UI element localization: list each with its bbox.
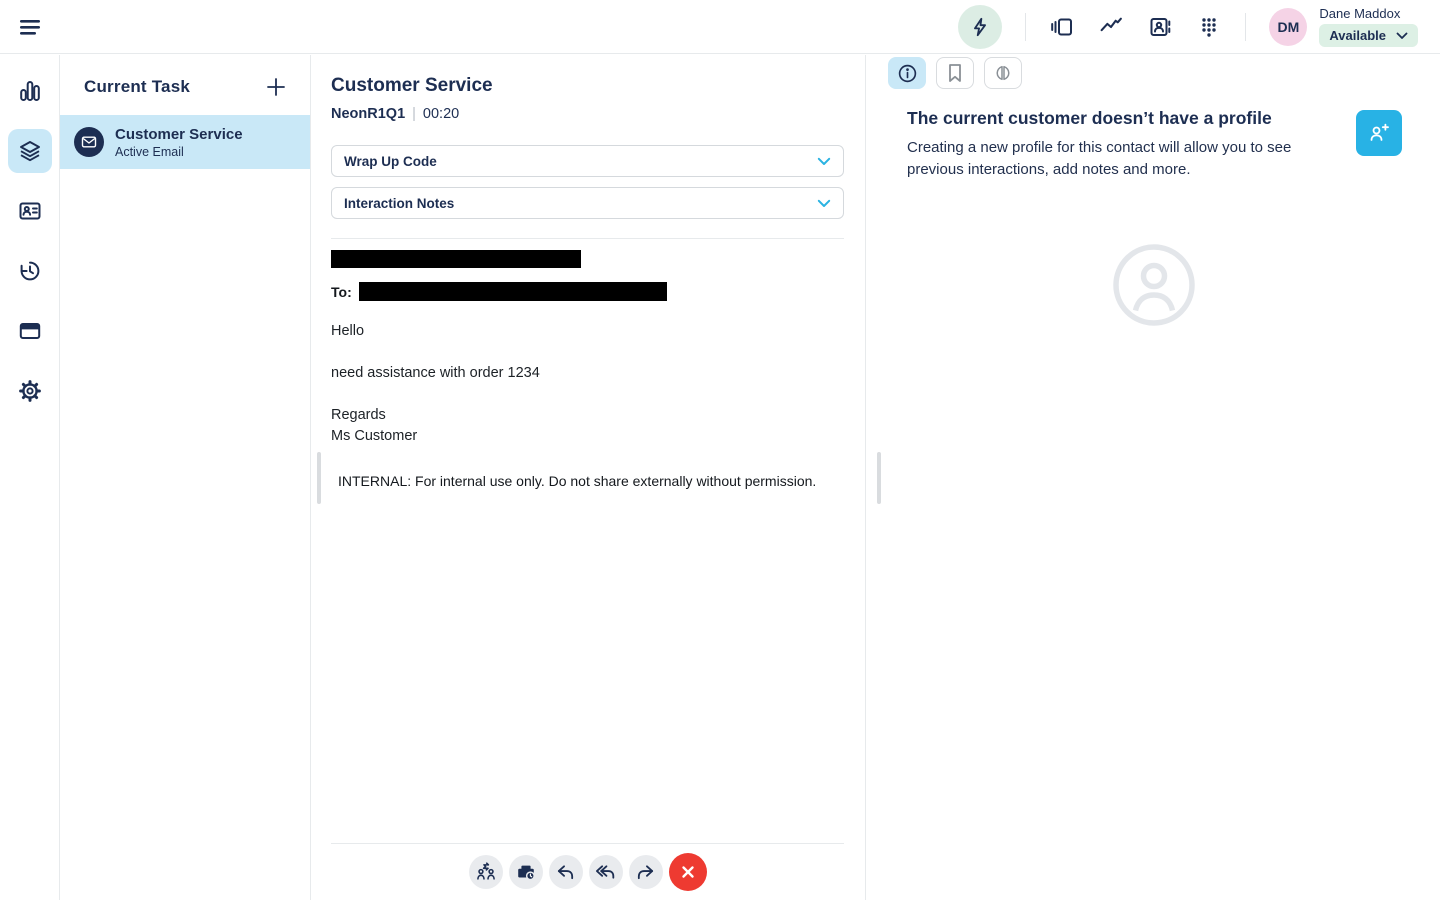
nav-contact-card-icon[interactable] <box>8 189 52 233</box>
add-task-button[interactable] <box>264 75 288 99</box>
dialpad-icon[interactable] <box>1196 14 1222 40</box>
task-list-item[interactable]: Customer Service Active Email <box>60 115 310 169</box>
chevron-down-icon <box>1396 32 1408 39</box>
nav-apps-window-icon[interactable] <box>8 309 52 353</box>
redacted-sender <box>331 250 581 268</box>
nav-interactions-layers-icon[interactable] <box>7 129 52 173</box>
panel-resize-handle[interactable] <box>317 452 321 504</box>
forward-icon[interactable] <box>628 855 663 889</box>
no-profile-heading: The current customer doesn’t have a prof… <box>907 108 1272 128</box>
tab-copilot-brain-icon[interactable] <box>984 57 1022 89</box>
profile-tabs <box>867 57 1440 89</box>
contacts-book-icon[interactable] <box>1147 14 1173 40</box>
interaction-notes-dropdown[interactable]: Interaction Notes <box>331 187 844 219</box>
email-internal-note: INTERNAL: For internal use only. Do not … <box>338 473 817 489</box>
nav-settings-gear-icon[interactable] <box>8 369 52 413</box>
create-profile-button[interactable] <box>1356 110 1402 156</box>
status-dropdown[interactable]: Available <box>1319 24 1418 47</box>
email-greeting: Hello <box>331 323 365 339</box>
interaction-panel: Customer Service NeonR1Q1 | 00:20 Wrap U… <box>312 55 866 900</box>
wrapup-code-dropdown[interactable]: Wrap Up Code <box>331 145 844 177</box>
email-body-text: need assistance with order 1234 <box>331 365 540 381</box>
boost-lightning-icon[interactable] <box>958 4 1003 49</box>
topbar-divider <box>1245 12 1247 41</box>
email-toolbar <box>331 843 844 900</box>
queue-name: NeonR1Q1 <box>331 106 406 122</box>
to-label: To: <box>331 283 352 300</box>
task-item-title: Customer Service <box>115 125 243 143</box>
top-bar: DM Dane Maddox Available <box>0 0 1440 54</box>
status-label: Available <box>1329 28 1386 43</box>
panels-icon[interactable] <box>1049 14 1075 40</box>
panel-resize-handle[interactable] <box>877 452 881 504</box>
current-task-panel: Current Task Customer Service Active Ema… <box>60 55 311 900</box>
interaction-title: Customer Service <box>331 75 493 96</box>
task-panel-title: Current Task <box>84 77 191 96</box>
tab-info-icon[interactable] <box>888 57 926 89</box>
interaction-notes-label: Interaction Notes <box>344 195 455 211</box>
email-icon <box>74 127 104 157</box>
wrapup-code-label: Wrap Up Code <box>344 153 437 169</box>
subtitle-separator: | <box>412 106 416 122</box>
reply-icon[interactable] <box>548 855 583 889</box>
email-header-divider <box>331 238 844 239</box>
transfer-icon[interactable] <box>468 855 503 889</box>
redacted-recipient <box>358 282 667 301</box>
user-avatar[interactable]: DM <box>1269 7 1308 46</box>
person-plus-icon <box>1370 123 1389 141</box>
no-profile-description: Creating a new profile for this contact … <box>907 139 1292 178</box>
email-signature: Regards Ms Customer <box>331 407 418 444</box>
nav-history-clock-icon[interactable] <box>8 249 52 293</box>
interaction-subtitle: NeonR1Q1 | 00:20 <box>331 106 844 122</box>
plus-icon <box>267 78 285 96</box>
topbar-divider <box>1025 12 1027 41</box>
profile-placeholder-icon <box>1112 244 1195 326</box>
park-email-icon[interactable] <box>508 855 543 889</box>
customer-profile-panel: The current customer doesn’t have a prof… <box>867 55 1440 900</box>
chevron-down-icon <box>817 157 831 165</box>
performance-chart-icon[interactable] <box>1098 14 1124 40</box>
task-item-subtitle: Active Email <box>115 144 184 159</box>
reply-all-icon[interactable] <box>588 855 623 889</box>
menu-hamburger-icon[interactable] <box>16 13 44 41</box>
left-nav-rail <box>0 55 60 900</box>
disconnect-email-icon[interactable] <box>668 853 707 891</box>
chevron-down-icon <box>817 199 831 207</box>
tab-bookmark-icon[interactable] <box>936 57 974 89</box>
interaction-timer: 00:20 <box>422 106 460 122</box>
nav-analytics-bars-icon[interactable] <box>8 69 52 113</box>
user-name: Dane Maddox <box>1319 6 1401 21</box>
